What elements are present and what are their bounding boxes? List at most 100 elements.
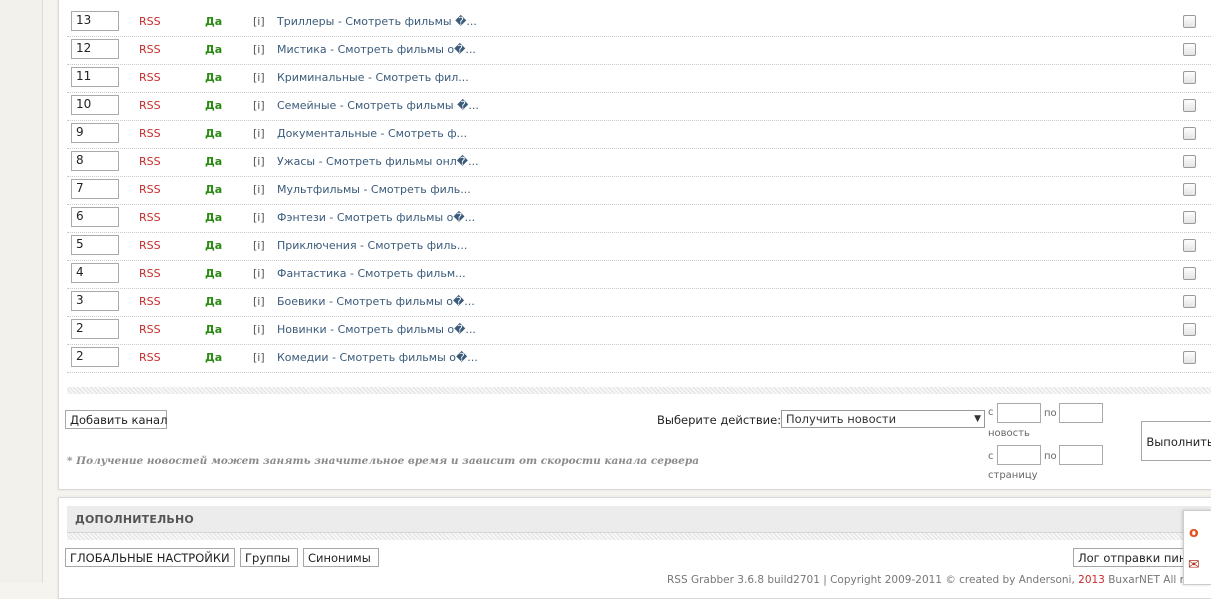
channel-title-link[interactable]: Новинки - Смотреть фильмы о�... — [277, 323, 476, 336]
row-checkbox[interactable] — [1183, 211, 1196, 224]
active-status[interactable]: Да — [205, 99, 222, 112]
sort-order-input[interactable]: 6 — [71, 207, 119, 227]
channel-title-link[interactable]: Семейные - Смотреть фильмы �... — [277, 99, 479, 112]
info-link[interactable]: [i] — [253, 183, 265, 196]
news-from-input[interactable] — [997, 403, 1041, 423]
active-status[interactable]: Да — [205, 351, 222, 364]
channel-title-link[interactable]: Мистика - Смотреть фильмы о�... — [277, 43, 476, 56]
side-widget[interactable]: о ✉ — [1183, 510, 1211, 585]
table-row: 2 RSS Да [i] Комедии - Смотреть фильмы о�... — [67, 344, 1211, 373]
row-checkbox[interactable] — [1183, 239, 1196, 252]
active-status[interactable]: Да — [205, 155, 222, 168]
feed-type: RSS — [139, 323, 161, 336]
news-from-label: с — [988, 407, 994, 418]
feed-type: RSS — [139, 43, 161, 56]
channel-title-link[interactable]: Документальные - Смотреть ф... — [277, 127, 467, 140]
info-link[interactable]: [i] — [253, 127, 265, 140]
table-row: 2 RSS Да [i] Новинки - Смотреть фильмы о�... — [67, 316, 1211, 345]
page-from-input[interactable] — [997, 445, 1041, 465]
row-checkbox[interactable] — [1183, 323, 1196, 336]
row-checkbox[interactable] — [1183, 99, 1196, 112]
channel-title-link[interactable]: Приключения - Смотреть филь... — [277, 239, 467, 252]
sort-order-input[interactable]: 2 — [71, 319, 119, 339]
active-status[interactable]: Да — [205, 15, 222, 28]
active-status[interactable]: Да — [205, 127, 222, 140]
channel-title-link[interactable]: Комедии - Смотреть фильмы о�... — [277, 351, 478, 364]
groups-button[interactable]: Группы — [240, 548, 298, 567]
news-unit-label: новость — [988, 428, 1030, 439]
active-status[interactable]: Да — [205, 43, 222, 56]
info-link[interactable]: [i] — [253, 323, 265, 336]
table-row: 12 RSS Да [i] Мистика - Смотреть фильмы о�..… — [67, 36, 1211, 65]
active-status[interactable]: Да — [205, 211, 222, 224]
info-link[interactable]: [i] — [253, 211, 265, 224]
sort-order-input[interactable]: 11 — [71, 67, 119, 87]
channel-title-link[interactable]: Фэнтези - Смотреть фильмы о�... — [277, 211, 475, 224]
active-status[interactable]: Да — [205, 183, 222, 196]
info-link[interactable]: [i] — [253, 295, 265, 308]
extra-section-title: ДОПОЛНИТЕЛЬНО — [75, 513, 194, 526]
table-row: 11 RSS Да [i] Криминальные - Смотреть фил... — [67, 64, 1211, 93]
channel-title-link[interactable]: Боевики - Смотреть фильмы о�... — [277, 295, 475, 308]
channel-title-link[interactable]: Мультфильмы - Смотреть филь... — [277, 183, 471, 196]
info-link[interactable]: [i] — [253, 99, 265, 112]
feed-type: RSS — [139, 183, 161, 196]
table-row: 6 RSS Да [i] Фэнтези - Смотреть фильмы о�... — [67, 204, 1211, 233]
feed-type: RSS — [139, 99, 161, 112]
info-link[interactable]: [i] — [253, 15, 265, 28]
row-checkbox[interactable] — [1183, 183, 1196, 196]
page-to-input[interactable] — [1059, 445, 1103, 465]
news-to-label: по — [1044, 408, 1057, 419]
page-from-label: с — [988, 451, 994, 462]
row-checkbox[interactable] — [1183, 43, 1196, 56]
channels-panel: 13 RSS Да [i] Триллеры - Смотреть фильмы �..… — [58, 0, 1211, 490]
extra-panel: ДОПОЛНИТЕЛЬНО ГЛОБАЛЬНЫЕ НАСТРОЙКИ Групп… — [58, 497, 1211, 599]
row-checkbox[interactable] — [1183, 71, 1196, 84]
mail-icon[interactable]: ✉ — [1188, 557, 1200, 573]
row-checkbox[interactable] — [1183, 155, 1196, 168]
sort-order-input[interactable]: 12 — [71, 39, 119, 59]
row-checkbox[interactable] — [1183, 351, 1196, 364]
action-select-value: Получить новости — [786, 412, 897, 426]
table-row: 5 RSS Да [i] Приключения - Смотреть филь... — [67, 232, 1211, 261]
info-link[interactable]: [i] — [253, 267, 265, 280]
active-status[interactable]: Да — [205, 71, 222, 84]
sort-order-input[interactable]: 9 — [71, 123, 119, 143]
sort-order-input[interactable]: 3 — [71, 291, 119, 311]
dropdown-arrow-icon: ▼ — [974, 414, 981, 424]
sort-order-input[interactable]: 10 — [71, 95, 119, 115]
active-status[interactable]: Да — [205, 323, 222, 336]
row-checkbox[interactable] — [1183, 267, 1196, 280]
info-link[interactable]: [i] — [253, 155, 265, 168]
info-link[interactable]: [i] — [253, 43, 265, 56]
sort-order-input[interactable]: 5 — [71, 235, 119, 255]
global-settings-button[interactable]: ГЛОБАЛЬНЫЕ НАСТРОЙКИ — [65, 548, 235, 567]
synonyms-button[interactable]: Синонимы — [303, 548, 379, 567]
info-link[interactable]: [i] — [253, 239, 265, 252]
sort-order-input[interactable]: 7 — [71, 179, 119, 199]
channel-title-link[interactable]: Ужасы - Смотреть фильмы онл�... — [277, 155, 479, 168]
active-status[interactable]: Да — [205, 239, 222, 252]
add-channel-button[interactable]: Добавить канал — [65, 410, 167, 429]
execute-button[interactable]: Выполнить — [1141, 421, 1211, 461]
odnoklassniki-icon[interactable]: о — [1189, 525, 1199, 541]
channel-title-link[interactable]: Криминальные - Смотреть фил... — [277, 71, 469, 84]
feed-type: RSS — [139, 155, 161, 168]
active-status[interactable]: Да — [205, 267, 222, 280]
sort-order-input[interactable]: 13 — [71, 11, 119, 31]
info-link[interactable]: [i] — [253, 71, 265, 84]
row-checkbox[interactable] — [1183, 15, 1196, 28]
page-to-label: по — [1044, 451, 1057, 462]
news-to-input[interactable] — [1059, 403, 1103, 423]
channel-title-link[interactable]: Триллеры - Смотреть фильмы �... — [277, 15, 477, 28]
row-checkbox[interactable] — [1183, 127, 1196, 140]
info-link[interactable]: [i] — [253, 351, 265, 364]
action-select[interactable]: Получить новости ▼ — [781, 410, 985, 428]
active-status[interactable]: Да — [205, 295, 222, 308]
hatch-divider — [67, 387, 1211, 394]
sort-order-input[interactable]: 4 — [71, 263, 119, 283]
sort-order-input[interactable]: 2 — [71, 347, 119, 367]
sort-order-input[interactable]: 8 — [71, 151, 119, 171]
row-checkbox[interactable] — [1183, 295, 1196, 308]
channel-title-link[interactable]: Фантастика - Смотреть фильм... — [277, 267, 466, 280]
